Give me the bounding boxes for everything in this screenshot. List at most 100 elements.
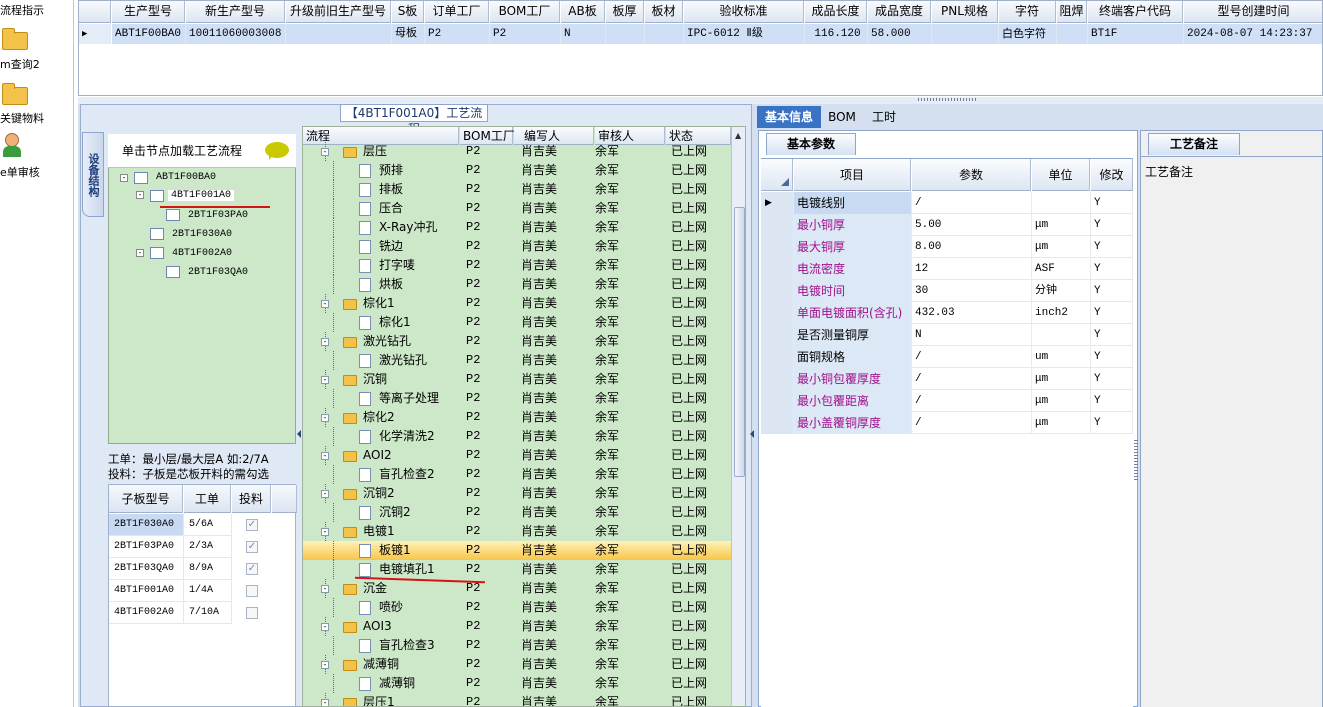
- column-header[interactable]: 升级前旧生产型号: [286, 1, 391, 23]
- tab-hours[interactable]: 工时: [862, 106, 906, 128]
- flow-row[interactable]: 铣边 P2 肖吉美 余军 已上网: [303, 237, 731, 256]
- param-value[interactable]: N: [912, 324, 1032, 346]
- param-value[interactable]: /: [912, 368, 1032, 390]
- vertical-splitter-grip[interactable]: [297, 420, 301, 450]
- column-header[interactable]: 投料: [232, 485, 271, 513]
- grid-cell[interactable]: 8/9A: [184, 558, 232, 580]
- grid-cell[interactable]: 2BT1F03QA0: [109, 558, 184, 580]
- column-header[interactable]: 字符: [999, 1, 1056, 23]
- flow-row[interactable]: - 沉铜2 P2 肖吉美 余军 已上网: [303, 484, 731, 503]
- flow-row[interactable]: - 沉金 P2 肖吉美 余军 已上网: [303, 579, 731, 598]
- column-header[interactable]: 成品长度: [805, 1, 867, 23]
- tree-node[interactable]: 4BT1F002A0: [172, 248, 232, 259]
- grid-cell[interactable]: [645, 24, 684, 44]
- column-header[interactable]: 子板型号: [109, 485, 183, 513]
- flow-row[interactable]: 减薄铜 P2 肖吉美 余军 已上网: [303, 674, 731, 693]
- column-header[interactable]: 单位: [1032, 159, 1090, 191]
- tree-node[interactable]: 2BT1F03QA0: [188, 267, 248, 278]
- param-row[interactable]: 最小包覆距离 / μm Y: [761, 390, 1133, 412]
- column-header[interactable]: 修改: [1091, 159, 1133, 191]
- flow-row[interactable]: 排板 P2 肖吉美 余军 已上网: [303, 180, 731, 199]
- param-row[interactable]: 最大铜厚 8.00 μm Y: [761, 236, 1133, 258]
- nav-item-review[interactable]: e单审核: [0, 164, 74, 180]
- param-row[interactable]: 是否测量铜厚 N Y: [761, 324, 1133, 346]
- column-header[interactable]: AB板: [561, 1, 605, 23]
- tree-expand-icon[interactable]: -: [321, 699, 329, 706]
- param-value[interactable]: 432.03: [912, 302, 1032, 324]
- checkbox[interactable]: ✓: [246, 519, 258, 531]
- param-value[interactable]: /: [912, 412, 1032, 434]
- column-header[interactable]: 板厚: [606, 1, 644, 23]
- grid-cell[interactable]: [932, 24, 999, 44]
- param-row[interactable]: 面铜规格 / um Y: [761, 346, 1133, 368]
- flow-row[interactable]: 电镀填孔1 P2 肖吉美 余军 已上网: [303, 560, 731, 579]
- scroll-up-icon[interactable]: ▲: [735, 131, 741, 140]
- tree-expand-icon[interactable]: -: [321, 490, 329, 498]
- vertical-splitter-grip[interactable]: [1134, 440, 1138, 480]
- tree-node-selected[interactable]: 4BT1F001A0: [168, 190, 235, 201]
- tree-expand-icon[interactable]: -: [321, 661, 329, 669]
- column-header[interactable]: 终端客户代码: [1088, 1, 1183, 23]
- flow-row[interactable]: 压合 P2 肖吉美 余军 已上网: [303, 199, 731, 218]
- grid-cell[interactable]: 白色字符: [999, 24, 1057, 44]
- nav-item-query[interactable]: m查询2: [0, 56, 74, 72]
- tree-expand-icon[interactable]: -: [321, 414, 329, 422]
- tab-basic-info[interactable]: 基本信息: [757, 106, 821, 128]
- grid-cell[interactable]: 2BT1F030A0: [109, 514, 184, 536]
- flow-row[interactable]: 盲孔检查3 P2 肖吉美 余军 已上网: [303, 636, 731, 655]
- flow-row[interactable]: - 棕化1 P2 肖吉美 余军 已上网: [303, 294, 731, 313]
- grid-cell[interactable]: BT1F: [1088, 24, 1184, 44]
- checkbox[interactable]: ✓: [246, 563, 258, 575]
- flow-row[interactable]: - 沉铜 P2 肖吉美 余军 已上网: [303, 370, 731, 389]
- flow-row[interactable]: - AOI2 P2 肖吉美 余军 已上网: [303, 446, 731, 465]
- grid-cell[interactable]: 116.120: [805, 24, 868, 44]
- grid-cell[interactable]: 2BT1F03PA0: [109, 536, 184, 558]
- param-row[interactable]: ▶ 电镀线别 / Y: [761, 192, 1133, 214]
- param-row[interactable]: 电流密度 12 ASF Y: [761, 258, 1133, 280]
- tree-expand-icon[interactable]: -: [321, 148, 329, 156]
- column-header[interactable]: 参数: [912, 159, 1031, 191]
- flow-row[interactable]: - 棕化2 P2 肖吉美 余军 已上网: [303, 408, 731, 427]
- param-value[interactable]: 8.00: [912, 236, 1032, 258]
- checkbox[interactable]: [246, 607, 258, 619]
- column-header[interactable]: 型号创建时间: [1184, 1, 1322, 23]
- nav-item-material[interactable]: 关键物料: [0, 110, 74, 126]
- grid-cell[interactable]: 4BT1F002A0: [109, 602, 184, 624]
- tree-expand-icon[interactable]: -: [136, 191, 144, 199]
- param-value[interactable]: 30: [912, 280, 1032, 302]
- user-icon[interactable]: [5, 133, 19, 147]
- grid-cell[interactable]: [286, 24, 392, 44]
- flow-row[interactable]: 打字唛 P2 肖吉美 余军 已上网: [303, 256, 731, 275]
- vertical-tab-equipment[interactable]: 设备结构: [82, 132, 104, 217]
- tree-expand-icon[interactable]: -: [321, 452, 329, 460]
- param-value[interactable]: 5.00: [912, 214, 1032, 236]
- column-header[interactable]: 订单工厂: [425, 1, 489, 23]
- flow-row[interactable]: X-Ray冲孔 P2 肖吉美 余军 已上网: [303, 218, 731, 237]
- grid-cell[interactable]: 5/6A: [184, 514, 232, 536]
- column-header[interactable]: 工单: [184, 485, 231, 513]
- flow-row[interactable]: - 层压1 P2 肖吉美 余军 已上网: [303, 693, 731, 706]
- column-header[interactable]: 成品宽度: [868, 1, 931, 23]
- column-header[interactable]: BOM工厂: [490, 1, 560, 23]
- param-row[interactable]: 最小铜包覆厚度 / μm Y: [761, 368, 1133, 390]
- grid-cell[interactable]: 10011060003008: [186, 24, 286, 44]
- flow-row[interactable]: 预排 P2 肖吉美 余军 已上网: [303, 161, 731, 180]
- flow-row[interactable]: - AOI3 P2 肖吉美 余军 已上网: [303, 617, 731, 636]
- param-value[interactable]: /: [912, 346, 1032, 368]
- flow-row[interactable]: 棕化1 P2 肖吉美 余军 已上网: [303, 313, 731, 332]
- column-header[interactable]: 生产型号: [112, 1, 185, 23]
- flow-row[interactable]: 等离子处理 P2 肖吉美 余军 已上网: [303, 389, 731, 408]
- tree-expand-icon[interactable]: -: [321, 623, 329, 631]
- param-value[interactable]: /: [912, 192, 1032, 214]
- column-header[interactable]: 阻焊: [1057, 1, 1087, 23]
- folder-icon[interactable]: [2, 28, 28, 50]
- grid-cell[interactable]: N: [561, 24, 606, 44]
- grid-cell[interactable]: 4BT1F001A0: [109, 580, 184, 602]
- flow-row[interactable]: - 电镀1 P2 肖吉美 余军 已上网: [303, 522, 731, 541]
- grid-cell[interactable]: ABT1F00BA0: [112, 24, 186, 44]
- flow-row[interactable]: 激光钻孔 P2 肖吉美 余军 已上网: [303, 351, 731, 370]
- nav-item-flow[interactable]: 流程指示: [0, 2, 74, 18]
- tab-process-note[interactable]: 工艺备注: [1148, 133, 1240, 155]
- grid-cell[interactable]: [1057, 24, 1088, 44]
- grid-cell[interactable]: IPC-6012 Ⅱ级: [684, 24, 805, 44]
